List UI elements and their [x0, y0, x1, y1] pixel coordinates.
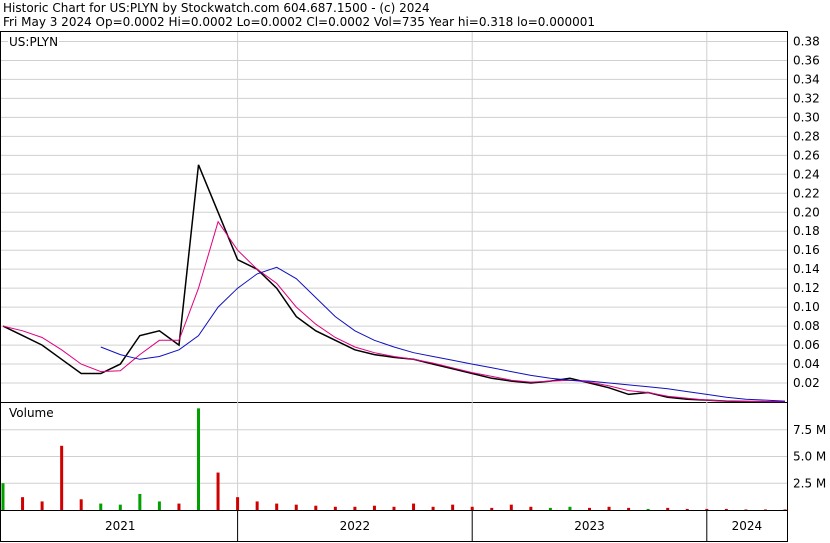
volume-bar: [40, 501, 44, 510]
volume-bar: [627, 507, 631, 510]
year-label: 2021: [105, 519, 136, 533]
volume-bar: [392, 506, 396, 510]
price-tick-label: 0.08: [793, 319, 820, 333]
price-tick-label: 0.26: [793, 148, 820, 162]
volume-bar: [138, 493, 142, 510]
volume-bar: [412, 503, 416, 510]
volume-bar: [157, 501, 161, 510]
volume-bar: [60, 445, 64, 510]
volume-bar: [685, 508, 689, 510]
price-axis-ticks: 0.02 0.04 0.06 0.08 0.10 0.12 0.14 0.16 0.18 0.20…: [793, 34, 820, 390]
price-tick-label: 0.04: [793, 357, 820, 371]
price-tick-label: 0.28: [793, 129, 820, 143]
volume-bar: [705, 508, 709, 510]
volume-bar: [646, 508, 650, 510]
volume-tick-label: 5.0 M: [793, 450, 826, 464]
volume-bar: [236, 497, 240, 510]
volume-bar: [509, 504, 513, 510]
volume-bar: [548, 507, 552, 510]
price-tick-label: 0.10: [793, 300, 820, 314]
volume-bar: [294, 504, 298, 510]
price-tick-label: 0.20: [793, 205, 820, 219]
volume-bar: [431, 506, 435, 510]
price-tick-label: 0.30: [793, 110, 820, 124]
price-tick-label: 0.34: [793, 72, 820, 86]
volume-bar: [333, 506, 337, 510]
price-tick-label: 0.36: [793, 53, 820, 67]
historic-chart: 0.02 0.04 0.06 0.08 0.10 0.12 0.14 0.16 0.18 0.20…: [0, 31, 826, 542]
volume-bar: [275, 503, 279, 510]
price-tick-label: 0.06: [793, 338, 820, 352]
volume-bar: [372, 505, 376, 510]
volume-bar: [197, 408, 200, 510]
price-tick-label: 0.22: [793, 186, 820, 200]
price-panel-label: US:PLYN: [8, 35, 60, 49]
volume-bar: [763, 509, 767, 510]
price-tick-label: 0.38: [793, 34, 820, 48]
volume-bar: [216, 472, 220, 510]
volume-bar: [118, 504, 122, 510]
volume-bar: [99, 503, 103, 510]
volume-bar: [490, 507, 494, 510]
volume-bar: [353, 506, 357, 510]
year-label: 2023: [574, 519, 605, 533]
price-tick-label: 0.14: [793, 262, 820, 276]
volume-bar: [724, 508, 728, 510]
volume-bar: [255, 501, 259, 510]
volume-bar: [588, 507, 591, 510]
year-label: 2022: [340, 519, 371, 533]
volume-tick-label: 7.5 M: [793, 423, 826, 437]
volume-bar: [783, 509, 787, 510]
volume-panel-label: Volume: [8, 406, 55, 420]
volume-bar: [314, 505, 318, 510]
price-tick-label: 0.16: [793, 243, 820, 257]
volume-bar: [470, 506, 474, 510]
price-tick-label: 0.02: [793, 376, 820, 390]
volume-bar: [568, 506, 572, 510]
volume-bar: [451, 504, 455, 510]
volume-bar: [666, 507, 670, 510]
price-tick-label: 0.32: [793, 91, 820, 105]
volume-bar: [177, 503, 181, 510]
volume-bar: [744, 509, 748, 510]
volume-bar: [529, 506, 533, 510]
year-label: 2024: [732, 519, 763, 533]
price-tick-label: 0.12: [793, 281, 820, 295]
volume-axis-ticks: 2.5 M 5.0 M 7.5 M: [793, 423, 826, 491]
volume-bar: [1, 483, 5, 510]
volume-tick-label: 2.5 M: [793, 476, 826, 490]
price-tick-label: 0.24: [793, 167, 820, 181]
price-tick-label: 0.18: [793, 224, 820, 238]
volume-bar: [21, 497, 25, 510]
volume-bar: [79, 499, 83, 510]
volume-bar: [607, 506, 611, 510]
